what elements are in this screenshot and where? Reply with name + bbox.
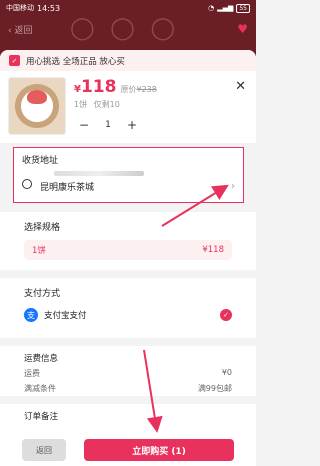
quantity-stepper: − 1 + xyxy=(74,116,248,134)
product-thumbnail xyxy=(8,77,66,135)
buy-now-button[interactable]: 立即购买 (1) xyxy=(84,439,234,461)
product-summary: ¥ 118 原价 ¥238 1饼 仅剩10 − 1 + ✕ xyxy=(0,71,256,143)
recipient-name-redacted xyxy=(54,171,144,176)
chevron-right-icon: › xyxy=(231,181,235,192)
bottom-action-bar: 返回 立即购买 (1) xyxy=(0,434,256,466)
clock: 14:53 xyxy=(37,3,61,13)
close-icon[interactable]: ✕ xyxy=(235,79,246,94)
shield-icon: ✓ xyxy=(9,55,20,66)
original-price-label: 原价 xyxy=(120,85,137,94)
spec-option-label: 1饼 xyxy=(32,246,46,256)
check-icon: ✓ xyxy=(220,309,232,321)
shipping-info-section: 运费信息 运费 ¥0 满减条件 满99包邮 xyxy=(0,346,256,396)
shipping-fee-value: ¥0 xyxy=(221,368,232,377)
status-bar: 中国移动 14:53 ◔ ▂▄▆ 55 xyxy=(0,0,256,16)
background-back-link: ‹ 返回 xyxy=(8,25,33,36)
location-pin-icon xyxy=(22,178,32,189)
original-price: ¥238 xyxy=(136,85,157,94)
shipping-row: 满减条件 满99包邮 xyxy=(24,383,232,394)
carrier-label: 中国移动 xyxy=(6,3,34,12)
battery-icon: 55 xyxy=(236,3,250,13)
signal-icon: ▂▄▆ xyxy=(217,4,234,12)
product-price: 118 xyxy=(80,77,117,97)
decrease-quantity-button[interactable]: − xyxy=(74,116,94,134)
payment-option-alipay[interactable]: 支 支付宝支付 ✓ xyxy=(24,308,232,322)
heart-icon: ♥ xyxy=(237,22,248,36)
increase-quantity-button[interactable]: + xyxy=(122,116,142,134)
shipping-title: 运费信息 xyxy=(24,354,59,364)
discount-condition-label: 满减条件 xyxy=(24,384,56,393)
wifi-icon: ◔ xyxy=(208,4,215,12)
spec-option-1bing[interactable]: 1饼 ¥118 xyxy=(24,240,232,260)
spec-option-price: ¥118 xyxy=(202,245,224,255)
currency-symbol: ¥ xyxy=(74,84,81,95)
address-text: 昆明康乐茶城 xyxy=(40,183,95,193)
alipay-icon: 支 xyxy=(24,308,38,322)
order-note-section[interactable]: 订单备注 xyxy=(0,404,256,434)
quantity-value[interactable]: 1 xyxy=(94,120,122,130)
back-button[interactable]: 返回 xyxy=(22,439,66,461)
address-title: 收货地址 xyxy=(22,156,59,166)
shipping-fee-label: 运费 xyxy=(24,369,40,378)
stock-remaining: 仅剩10 xyxy=(93,100,120,109)
product-unit: 1饼 xyxy=(74,100,88,109)
payment-section: 支付方式 支 支付宝支付 ✓ xyxy=(0,278,256,338)
background-header: ‹ 返回 ♥ xyxy=(0,16,256,42)
shipping-row: 运费 ¥0 xyxy=(24,368,232,379)
promo-banner: ✓ 用心挑选 全场正品 放心买 xyxy=(0,50,256,71)
discount-condition-value: 满99包邮 xyxy=(197,384,232,393)
payment-method-label: 支付宝支付 xyxy=(44,311,87,321)
spec-section: 选择规格 1饼 ¥118 xyxy=(0,212,256,270)
payment-title: 支付方式 xyxy=(24,289,61,299)
spec-title: 选择规格 xyxy=(24,223,61,233)
promo-text: 用心挑选 全场正品 放心买 xyxy=(26,56,125,67)
shipping-address-section[interactable]: 收货地址 昆明康乐茶城 › xyxy=(13,147,244,203)
order-note-title: 订单备注 xyxy=(24,412,59,422)
